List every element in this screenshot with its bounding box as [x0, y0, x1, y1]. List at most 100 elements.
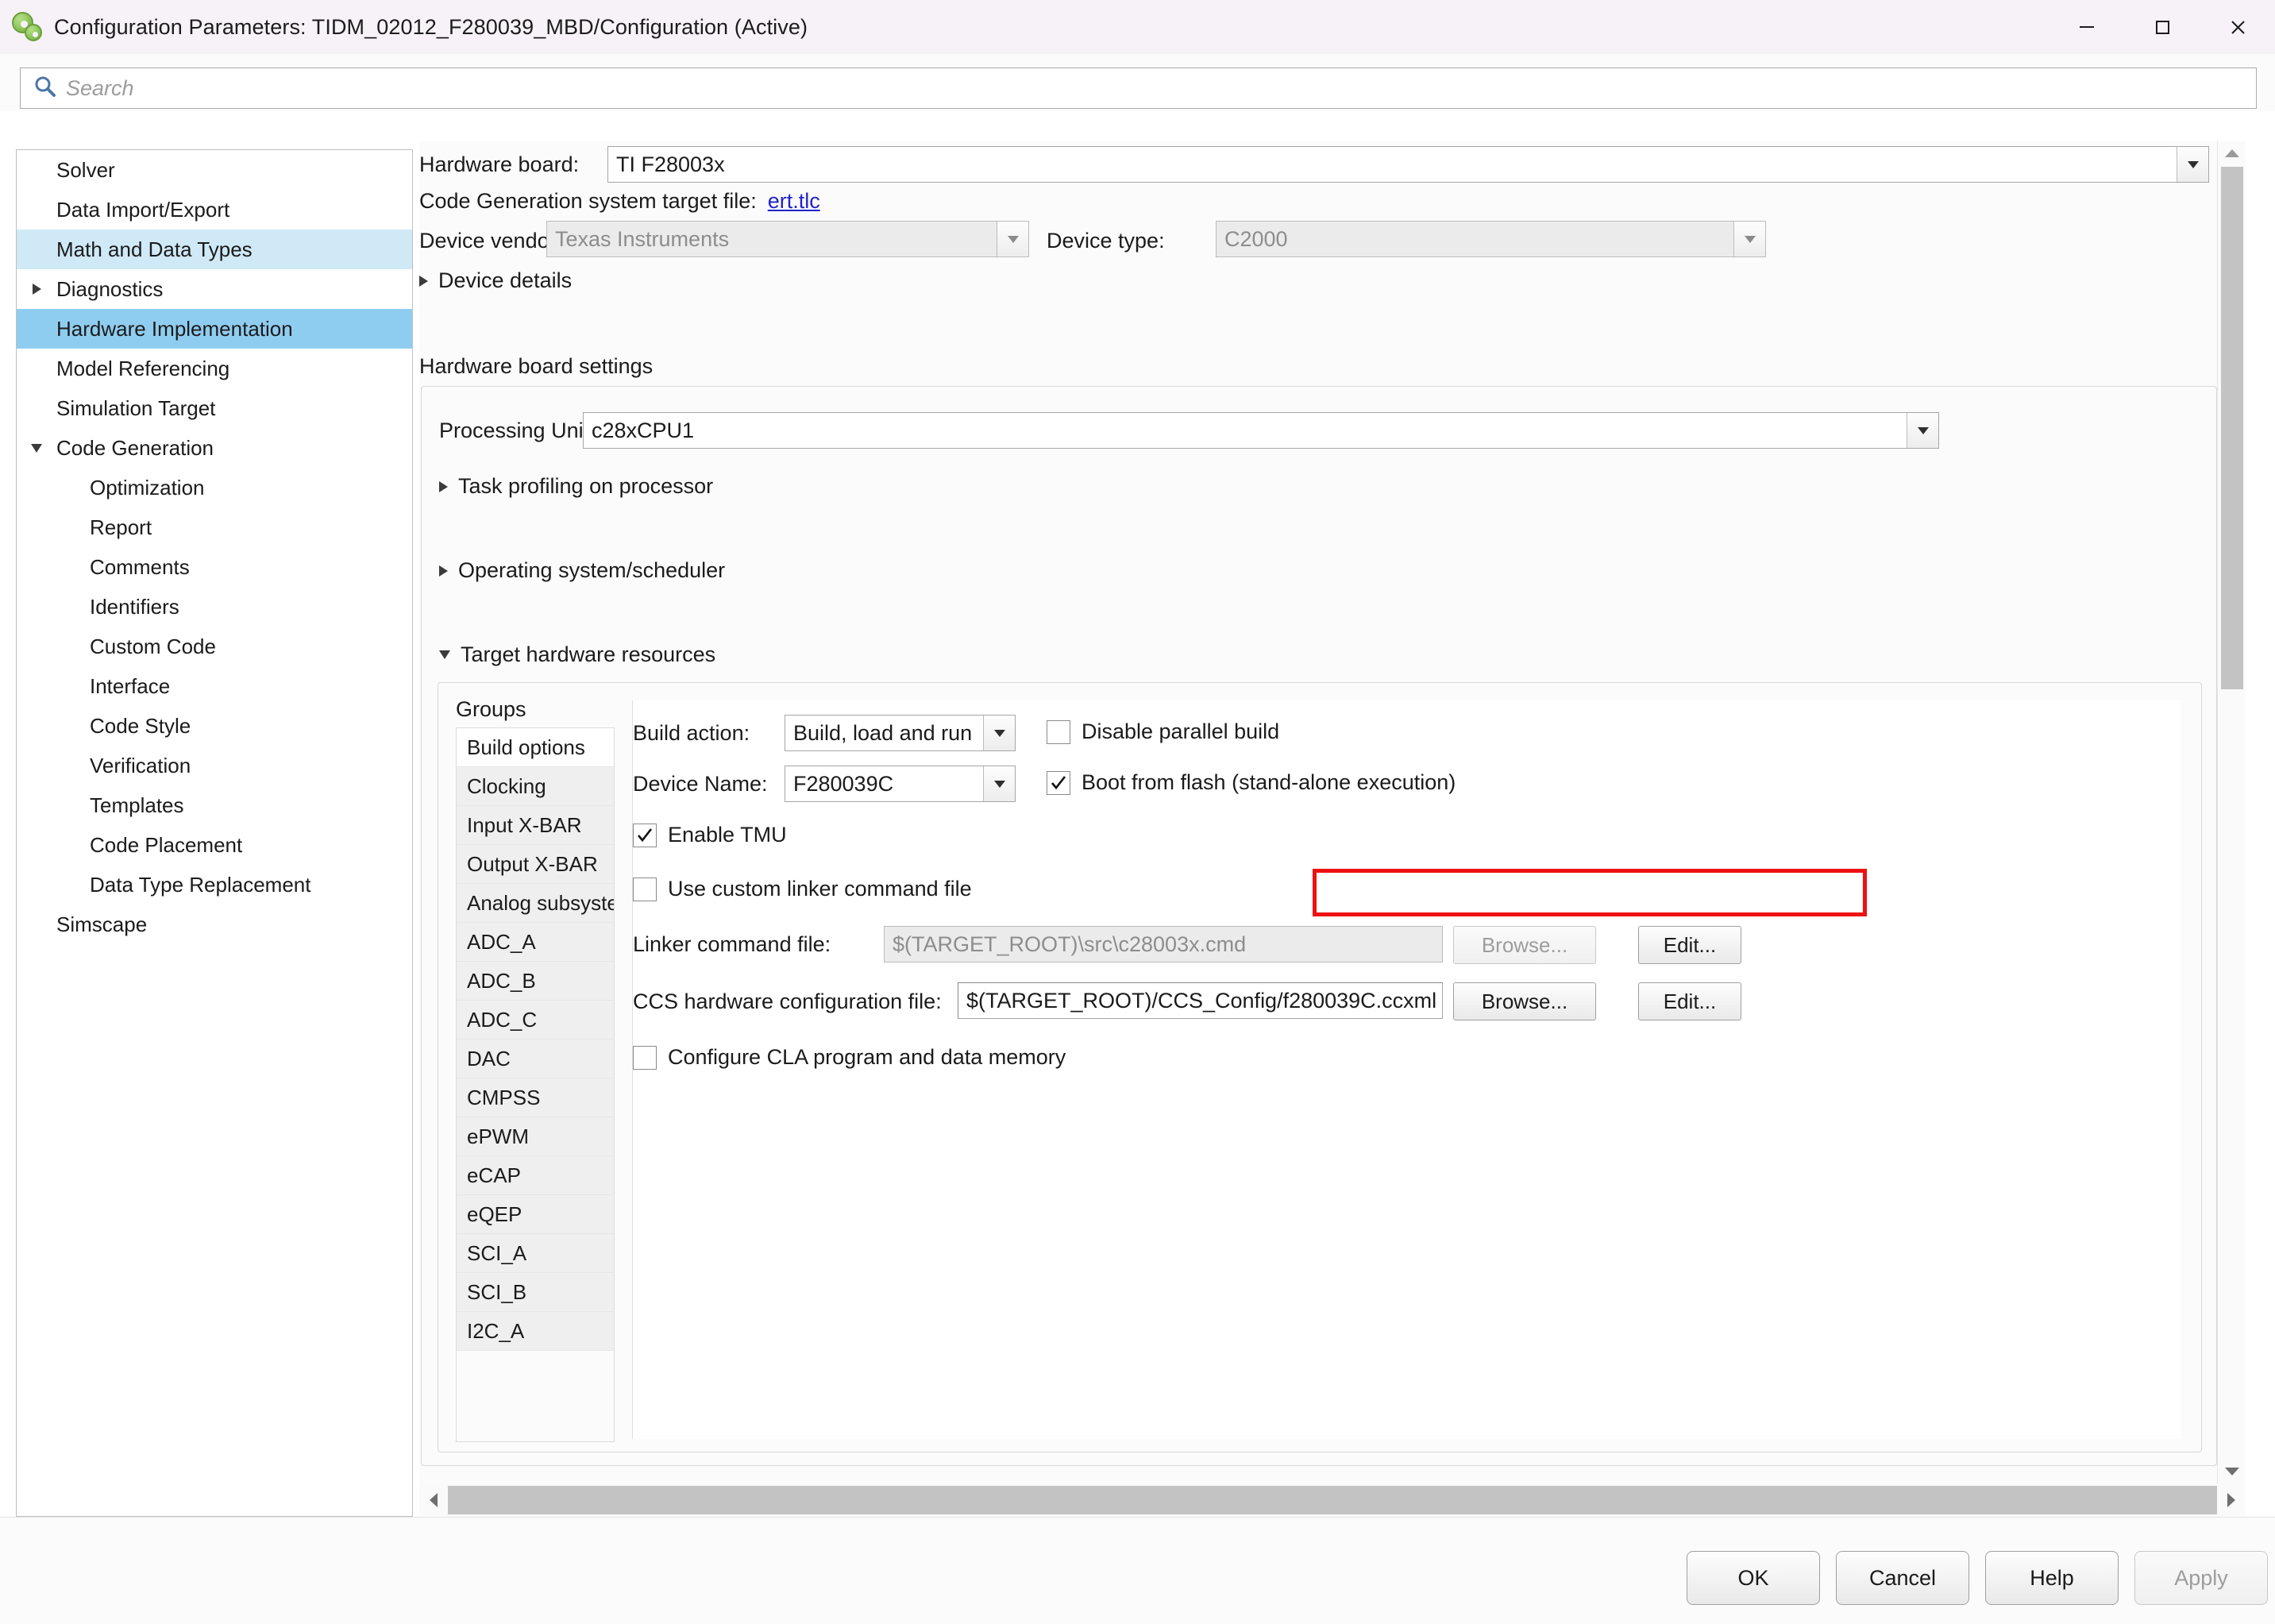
group-item-build-options[interactable]: Build options [457, 728, 614, 767]
enable-tmu-row[interactable]: Enable TMU [633, 823, 787, 847]
configuration-parameters-window: Configuration Parameters: TIDM_02012_F28… [0, 0, 2275, 1624]
vertical-scroll-thumb[interactable] [2221, 167, 2243, 689]
target-hw-resources-label: Target hardware resources [461, 642, 716, 666]
chevron-down-icon[interactable] [997, 222, 1028, 257]
group-item-clocking[interactable]: Clocking [457, 767, 614, 806]
device-type-combo[interactable]: C2000 [1216, 221, 1766, 257]
minimize-icon[interactable] [2049, 0, 2124, 54]
ccs-config-input[interactable]: $(TARGET_ROOT)/CCS_Config/f280039C.ccxml [958, 982, 1443, 1019]
sidebar-item-comments[interactable]: Comments [17, 547, 412, 587]
scroll-left-icon[interactable] [419, 1483, 448, 1517]
sidebar-item-code-generation[interactable]: Code Generation [17, 428, 412, 468]
chevron-down-icon[interactable] [1733, 222, 1765, 257]
chevron-down-icon[interactable] [1907, 413, 1938, 448]
target-hardware-resources-panel: Groups Build options Clocking Input X-BAR O… [438, 682, 2202, 1452]
sidebar-item-simulation-target[interactable]: Simulation Target [17, 388, 412, 428]
group-item-sci-b[interactable]: SCI_B [457, 1273, 614, 1312]
group-item-sci-a[interactable]: SCI_A [457, 1234, 614, 1273]
task-profiling-disclosure[interactable]: Task profiling on processor [439, 474, 713, 499]
ccs-browse-button[interactable]: Browse... [1453, 982, 1596, 1020]
group-item-cmpss[interactable]: CMPSS [457, 1078, 614, 1117]
sidebar-item-hardware-implementation[interactable]: Hardware Implementation [17, 309, 412, 349]
sidebar-item-solver[interactable]: Solver [17, 150, 412, 190]
sidebar-item-code-style[interactable]: Code Style [17, 706, 412, 746]
group-item-dac[interactable]: DAC [457, 1040, 614, 1078]
sidebar-item-report[interactable]: Report [17, 507, 412, 547]
ok-button[interactable]: OK [1687, 1551, 1820, 1605]
device-name-combo[interactable]: F280039C [785, 766, 1016, 802]
ccs-config-value: $(TARGET_ROOT)/CCS_Config/f280039C.ccxml [966, 988, 1437, 1013]
scroll-up-icon[interactable] [2218, 141, 2246, 165]
processing-unit-combo[interactable]: c28xCPU1 [583, 412, 1939, 449]
build-action-combo[interactable]: Build, load and run [785, 715, 1016, 751]
sidebar-item-custom-code[interactable]: Custom Code [17, 627, 412, 666]
group-item-adc-a[interactable]: ADC_A [457, 923, 614, 962]
ccs-edit-button[interactable]: Edit... [1638, 982, 1741, 1020]
sidebar-item-optimization[interactable]: Optimization [17, 468, 412, 507]
group-item-label: ADC_B [467, 968, 536, 993]
sidebar-item-identifiers[interactable]: Identifiers [17, 587, 412, 627]
build-options-pane: Build action: Build, load and run Disabl… [632, 700, 2181, 1439]
chevron-down-icon[interactable] [31, 443, 42, 453]
maximize-icon[interactable] [2124, 0, 2200, 54]
help-button[interactable]: Help [1985, 1551, 2119, 1605]
search-input[interactable]: Search [20, 68, 2257, 109]
sidebar-item-templates[interactable]: Templates [17, 785, 412, 825]
search-bar-row: Search [0, 54, 2275, 111]
sidebar-item-label: Data Import/Export [56, 197, 230, 222]
apply-label: Apply [2174, 1565, 2228, 1590]
group-item-epwm[interactable]: ePWM [457, 1117, 614, 1156]
group-item-analog-subsystem[interactable]: Analog subsystem [457, 884, 614, 923]
content-vertical-scrollbar[interactable] [2217, 141, 2246, 1483]
group-item-adc-b[interactable]: ADC_B [457, 962, 614, 1001]
horizontal-scroll-thumb[interactable] [448, 1486, 2217, 1514]
sidebar-item-label: Comments [90, 554, 190, 579]
cancel-button[interactable]: Cancel [1836, 1551, 1969, 1605]
os-scheduler-disclosure[interactable]: Operating system/scheduler [439, 558, 725, 583]
group-item-i2c-a[interactable]: I2C_A [457, 1312, 614, 1351]
sidebar-item-data-import-export[interactable]: Data Import/Export [17, 190, 412, 230]
chevron-down-icon[interactable] [983, 716, 1015, 750]
group-item-adc-c[interactable]: ADC_C [457, 1001, 614, 1040]
use-custom-linker-row[interactable]: Use custom linker command file [633, 877, 972, 901]
sidebar-item-diagnostics[interactable]: Diagnostics [17, 269, 412, 309]
group-item-ecap[interactable]: eCAP [457, 1156, 614, 1195]
group-item-eqep[interactable]: eQEP [457, 1195, 614, 1234]
boot-from-flash-checkbox[interactable] [1047, 770, 1070, 795]
linker-edit-button[interactable]: Edit... [1638, 926, 1741, 964]
systarget-link[interactable]: ert.tlc [768, 189, 820, 214]
group-item-input-x-bar[interactable]: Input X-BAR [457, 806, 614, 845]
settings-tree[interactable]: Solver Data Import/Export Math and Data Ty… [16, 149, 413, 1517]
configure-cla-row[interactable]: Configure CLA program and data memory [633, 1045, 1066, 1070]
boot-from-flash-row[interactable]: Boot from flash (stand-alone execution) [1047, 770, 1456, 795]
disable-parallel-build-checkbox[interactable] [1047, 719, 1070, 744]
hardware-board-combo[interactable]: TI F28003x [607, 146, 2209, 183]
chevron-down-icon[interactable] [983, 766, 1015, 801]
sidebar-item-verification[interactable]: Verification [17, 746, 412, 785]
disable-parallel-build-row[interactable]: Disable parallel build [1047, 719, 1279, 744]
group-item-label: ADC_C [467, 1007, 538, 1032]
target-hw-resources-disclosure[interactable]: Target hardware resources [439, 642, 715, 667]
boot-from-flash-label: Boot from flash (stand-alone execution) [1082, 770, 1456, 794]
use-custom-linker-checkbox[interactable] [633, 877, 657, 901]
chevron-down-icon[interactable] [2177, 147, 2208, 182]
sidebar-item-simscape[interactable]: Simscape [17, 905, 412, 944]
scroll-down-icon[interactable] [2218, 1460, 2246, 1483]
enable-tmu-checkbox[interactable] [633, 823, 657, 847]
sidebar-item-model-referencing[interactable]: Model Referencing [17, 349, 412, 388]
scroll-right-icon[interactable] [2217, 1483, 2246, 1517]
sidebar-item-code-placement[interactable]: Code Placement [17, 825, 412, 865]
content-horizontal-scrollbar[interactable] [419, 1483, 2246, 1517]
group-item-output-x-bar[interactable]: Output X-BAR [457, 845, 614, 884]
sidebar-item-label: Code Style [90, 713, 191, 738]
chevron-right-icon[interactable] [32, 284, 41, 295]
sidebar-item-data-type-replacement[interactable]: Data Type Replacement [17, 865, 412, 905]
sidebar-item-math-and-data-types[interactable]: Math and Data Types [17, 230, 412, 269]
close-icon[interactable] [2200, 0, 2275, 54]
device-details-disclosure[interactable]: Device details [419, 268, 572, 293]
device-vendor-combo[interactable]: Texas Instruments [546, 221, 1029, 257]
groups-list[interactable]: Build options Clocking Input X-BAR Output X… [456, 727, 615, 1442]
configure-cla-checkbox[interactable] [633, 1045, 657, 1070]
sidebar-item-interface[interactable]: Interface [17, 666, 412, 706]
linker-cmd-input: $(TARGET_ROOT)\src\c28003x.cmd [884, 926, 1443, 962]
